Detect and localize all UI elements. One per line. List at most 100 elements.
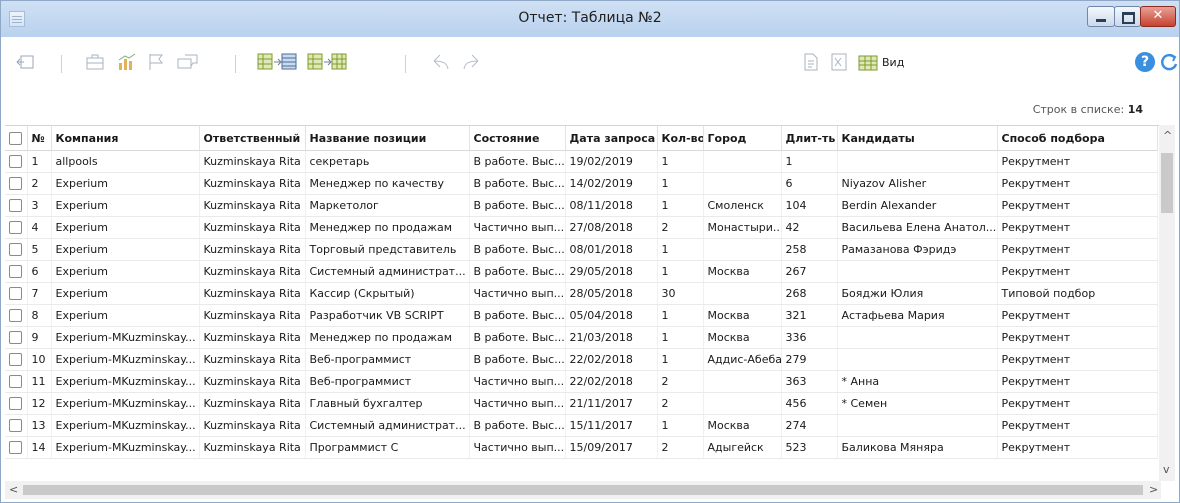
- cell-city: Москва: [703, 304, 782, 327]
- flag-button[interactable]: [146, 52, 166, 74]
- vertical-scrollbar[interactable]: ^ v: [1159, 125, 1175, 481]
- column-header-city[interactable]: Город: [703, 126, 782, 151]
- redo-button[interactable]: [461, 52, 481, 74]
- cell-quantity: 1: [657, 326, 704, 349]
- title-bar[interactable]: Отчет: Таблица №2 ✕: [1, 1, 1179, 37]
- briefcase-button[interactable]: [85, 52, 105, 74]
- cell-status: В работе. Выс...: [469, 348, 566, 371]
- scroll-down-icon[interactable]: v: [1163, 463, 1170, 476]
- maximize-button[interactable]: [1114, 6, 1141, 27]
- scroll-right-icon[interactable]: >: [1149, 483, 1158, 496]
- row-select-cell[interactable]: [5, 282, 28, 305]
- row-select-cell[interactable]: [5, 370, 28, 393]
- row-checkbox[interactable]: [9, 441, 22, 455]
- cell-candidates: [837, 260, 998, 283]
- cell-position: Торговый представитель: [305, 238, 470, 261]
- row-checkbox[interactable]: [9, 375, 22, 389]
- row-select-cell[interactable]: [5, 172, 28, 195]
- cell-position: секретарь: [305, 150, 470, 173]
- column-header-position[interactable]: Название позиции: [305, 126, 470, 151]
- redo-icon: [463, 54, 479, 70]
- table-row[interactable]: 13 Experium-MKuzminskay... Kuzminskaya Rit…: [5, 414, 1158, 437]
- horizontal-scroll-thumb[interactable]: [23, 485, 1143, 495]
- row-checkbox[interactable]: [9, 419, 22, 433]
- table-row[interactable]: 9 Experium-MKuzminskay... Kuzminskaya Rita…: [5, 326, 1158, 349]
- columns-to-list-button[interactable]: [257, 52, 297, 74]
- row-select-cell[interactable]: [5, 414, 28, 437]
- chart-button[interactable]: [117, 52, 137, 74]
- row-select-cell[interactable]: [5, 348, 28, 371]
- toolbar-separator: [61, 55, 62, 73]
- row-select-cell[interactable]: [5, 216, 28, 239]
- comment-button[interactable]: [177, 52, 199, 74]
- select-all-header[interactable]: [5, 126, 28, 151]
- column-header-candidates[interactable]: Кандидаты: [837, 126, 998, 151]
- scroll-up-icon[interactable]: ^: [1163, 129, 1172, 142]
- minimize-button[interactable]: [1087, 6, 1115, 27]
- column-header-quantity[interactable]: Кол-во: [657, 126, 704, 151]
- row-select-cell[interactable]: [5, 194, 28, 217]
- row-select-cell[interactable]: [5, 238, 28, 261]
- table-row[interactable]: 7 Experium Kuzminskaya Rita Кассир (Скрытый…: [5, 282, 1158, 305]
- close-icon: ✕: [1152, 8, 1164, 23]
- table-row[interactable]: 8 Experium Kuzminskaya Rita Разработчик VB …: [5, 304, 1158, 327]
- scroll-left-icon[interactable]: <: [9, 483, 18, 496]
- column-header-duration[interactable]: Длит-ть: [781, 126, 838, 151]
- columns-to-grid-button[interactable]: [307, 52, 347, 74]
- vertical-scroll-thumb[interactable]: [1161, 153, 1173, 213]
- column-header-selection-method[interactable]: Способ подбора: [997, 126, 1158, 151]
- row-checkbox[interactable]: [9, 199, 22, 213]
- back-button[interactable]: [15, 52, 35, 74]
- cell-status: Частично вып...: [469, 370, 566, 393]
- cell-position: Программист С: [305, 436, 470, 459]
- table-row[interactable]: 10 Experium-MKuzminskay... Kuzminskaya Rit…: [5, 348, 1158, 371]
- close-button[interactable]: ✕: [1140, 6, 1176, 27]
- table-row[interactable]: 1 allpools Kuzminskaya Rita секретарь В рабо…: [5, 150, 1158, 173]
- row-select-cell[interactable]: [5, 150, 28, 173]
- table-row[interactable]: 14 Experium-MKuzminskay... Kuzminskaya Rit…: [5, 436, 1158, 459]
- row-checkbox[interactable]: [9, 287, 22, 301]
- cell-selection-method: Рекрутмент: [997, 238, 1158, 261]
- table-row[interactable]: 12 Experium-MKuzminskay... Kuzminskaya Rit…: [5, 392, 1158, 415]
- select-all-checkbox[interactable]: [9, 131, 22, 145]
- row-select-cell[interactable]: [5, 260, 28, 283]
- row-checkbox[interactable]: [9, 397, 22, 411]
- row-select-cell[interactable]: [5, 304, 28, 327]
- undo-button[interactable]: [431, 52, 451, 74]
- row-checkbox[interactable]: [9, 331, 22, 345]
- view-button[interactable]: Вид: [858, 52, 904, 74]
- cell-duration: 363: [781, 370, 838, 393]
- column-header-request-date[interactable]: Дата запроса: [565, 126, 658, 151]
- cell-city: [703, 282, 782, 305]
- table-row[interactable]: 5 Experium Kuzminskaya Rita Торговый предст…: [5, 238, 1158, 261]
- row-checkbox[interactable]: [9, 221, 22, 235]
- table-row[interactable]: 11 Experium-MKuzminskay... Kuzminskaya Rit…: [5, 370, 1158, 393]
- row-checkbox[interactable]: [9, 265, 22, 279]
- cell-company: Experium: [51, 216, 200, 239]
- row-checkbox[interactable]: [9, 243, 22, 257]
- column-header-responsible[interactable]: Ответственный: [199, 126, 306, 151]
- table-row[interactable]: 3 Experium Kuzminskaya Rita Маркетолог В раб…: [5, 194, 1158, 217]
- cell-request-date: 22/02/2018: [565, 370, 658, 393]
- document-button[interactable]: [801, 52, 821, 74]
- column-header-number[interactable]: №: [27, 126, 52, 151]
- horizontal-scrollbar[interactable]: < >: [5, 481, 1161, 499]
- cell-duration: 456: [781, 392, 838, 415]
- column-header-status[interactable]: Состояние: [469, 126, 566, 151]
- row-select-cell[interactable]: [5, 436, 28, 459]
- table-header-row: № Компания Ответственный Название позици…: [5, 126, 1158, 151]
- row-checkbox[interactable]: [9, 353, 22, 367]
- row-checkbox[interactable]: [9, 309, 22, 323]
- table-row[interactable]: 2 Experium Kuzminskaya Rita Менеджер по кач…: [5, 172, 1158, 195]
- refresh-button[interactable]: [1159, 52, 1179, 72]
- help-button[interactable]: ?: [1135, 52, 1155, 72]
- columns-to-grid-icon: [307, 53, 347, 70]
- row-checkbox[interactable]: [9, 155, 22, 169]
- excel-export-button[interactable]: [829, 52, 849, 74]
- column-header-company[interactable]: Компания: [51, 126, 200, 151]
- row-select-cell[interactable]: [5, 392, 28, 415]
- row-checkbox[interactable]: [9, 177, 22, 191]
- table-row[interactable]: 6 Experium Kuzminskaya Rita Системный админ…: [5, 260, 1158, 283]
- row-select-cell[interactable]: [5, 326, 28, 349]
- table-row[interactable]: 4 Experium Kuzminskaya Rita Менеджер по про…: [5, 216, 1158, 239]
